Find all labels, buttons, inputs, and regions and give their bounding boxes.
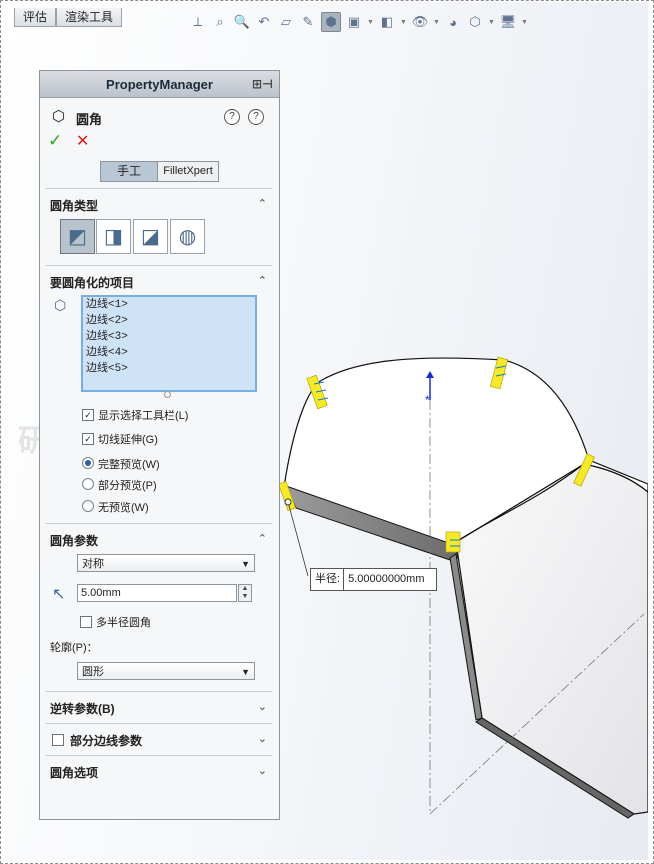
list-item[interactable]: 边线<2> bbox=[83, 313, 255, 329]
constant-radius-fillet-button[interactable]: ◩ bbox=[60, 219, 95, 254]
previous-view-icon[interactable]: ↶ bbox=[255, 13, 273, 31]
no-preview-radio[interactable] bbox=[82, 500, 94, 512]
variable-radius-fillet-button[interactable]: ◨ bbox=[96, 219, 131, 254]
items-heading[interactable]: 要圆角化的项目 bbox=[50, 274, 134, 291]
list-item[interactable]: 边线<1> bbox=[83, 297, 255, 313]
chevron-down-icon[interactable]: ⌄ bbox=[258, 764, 267, 777]
list-item[interactable]: 边线<5> bbox=[83, 361, 255, 377]
partial-edge-checkbox[interactable] bbox=[52, 734, 64, 746]
callout-leader bbox=[287, 501, 309, 577]
constant-radius-icon: ◩ bbox=[68, 226, 87, 248]
radius-input[interactable]: 5.00mm bbox=[77, 584, 237, 602]
zoom-to-area-icon[interactable]: 🔍 bbox=[233, 13, 251, 31]
pm-title: PropertyManager bbox=[106, 76, 213, 92]
radius-callout[interactable]: 半径: 5.00000000mm bbox=[310, 568, 438, 591]
divider bbox=[46, 265, 272, 266]
chevron-up-icon[interactable]: ⌃ bbox=[258, 274, 267, 287]
dropdown-arrow-icon[interactable]: ▼ bbox=[521, 13, 528, 31]
dropdown-arrow-icon[interactable]: ▼ bbox=[433, 13, 440, 31]
full-preview-radio[interactable] bbox=[82, 457, 94, 469]
callout-anchor bbox=[284, 498, 292, 506]
divider bbox=[46, 188, 272, 189]
apply-scene-icon[interactable]: ◕ bbox=[444, 13, 462, 31]
pin-icon[interactable]: ⊞⊣ bbox=[252, 77, 273, 91]
view-cube-icon[interactable]: ⬢ bbox=[321, 12, 341, 32]
edit-appearance-icon[interactable]: 👁 bbox=[411, 13, 429, 31]
tab-evaluate[interactable]: 评估 bbox=[14, 8, 57, 27]
divider bbox=[46, 523, 272, 524]
multi-radius-label: 多半径圆角 bbox=[96, 617, 151, 629]
heads-up-toolbar: ⟂ ⌕ 🔍 ↶ ▱ ✎ ⬢ ▣ ▼ ◧ ▼ 👁 ▼ ◕ ⬡ ▼ 🖥 ▼ bbox=[189, 10, 528, 34]
filletxpert-tab[interactable]: FilletXpert bbox=[157, 161, 219, 182]
no-preview-label: 无预览(W) bbox=[98, 502, 149, 514]
view-orientation-icon[interactable]: ⟂ bbox=[189, 13, 207, 31]
partial-preview-radio[interactable] bbox=[82, 478, 94, 490]
full-preview-label: 完整预览(W) bbox=[98, 459, 160, 471]
display-style-icon[interactable]: ▣ bbox=[345, 13, 363, 31]
monitor-icon[interactable]: 🖥 bbox=[499, 13, 517, 31]
partial-preview-label: 部分预览(P) bbox=[98, 480, 157, 492]
list-item[interactable]: 边线<4> bbox=[83, 345, 255, 361]
tangent-propagation-label: 切线延伸(G) bbox=[98, 434, 158, 446]
chevron-up-icon[interactable]: ⌃ bbox=[258, 532, 267, 545]
edge-highlight-5 bbox=[445, 531, 461, 553]
face-fillet-icon: ◪ bbox=[141, 226, 160, 248]
whats-wrong-icon[interactable]: ? bbox=[224, 109, 240, 125]
edge-selection-icon: ⬡ bbox=[54, 297, 67, 313]
show-toolbar-label: 显示选择工具栏(L) bbox=[98, 410, 189, 422]
params-heading[interactable]: 圆角参数 bbox=[50, 532, 98, 549]
profile-select[interactable]: 圆形 ▼ bbox=[77, 662, 255, 680]
full-round-fillet-button[interactable]: ◍ bbox=[170, 219, 205, 254]
profile-label: 轮廓(P)： bbox=[50, 642, 98, 654]
resize-handle[interactable] bbox=[164, 391, 171, 398]
divider bbox=[46, 691, 272, 692]
face-fillet-button[interactable]: ◪ bbox=[133, 219, 168, 254]
origin-marker-icon: * bbox=[425, 393, 430, 407]
divider bbox=[46, 723, 272, 724]
feature-title-row: ⬡ 圆角 ? ? bbox=[40, 107, 279, 127]
cancel-x-icon[interactable]: ✕ bbox=[76, 131, 89, 151]
feature-title: 圆角 bbox=[76, 112, 103, 127]
view-settings-icon[interactable]: ⬡ bbox=[466, 13, 484, 31]
chevron-down-icon: ▼ bbox=[241, 667, 250, 677]
dynamic-annotation-icon[interactable]: ✎ bbox=[299, 13, 317, 31]
manual-tab[interactable]: 手工 bbox=[100, 161, 158, 182]
divider bbox=[46, 755, 272, 756]
radius-spinner[interactable]: ▲ ▼ bbox=[238, 584, 252, 602]
radius-callout-label: 半径: bbox=[311, 569, 345, 590]
chevron-down-icon[interactable]: ⌄ bbox=[258, 732, 267, 745]
tab-render-tools[interactable]: 渲染工具 bbox=[56, 8, 123, 27]
radius-icon: ↖ bbox=[52, 586, 66, 603]
variable-radius-icon: ◨ bbox=[104, 226, 123, 248]
list-item[interactable]: 边线<3> bbox=[83, 329, 255, 345]
full-round-icon: ◍ bbox=[178, 226, 197, 248]
symmetry-value: 对称 bbox=[82, 558, 104, 570]
fillet-type-heading[interactable]: 圆角类型 bbox=[50, 197, 98, 214]
dropdown-arrow-icon[interactable]: ▼ bbox=[488, 13, 495, 31]
section-view-icon[interactable]: ▱ bbox=[277, 13, 295, 31]
setback-heading[interactable]: 逆转参数(B) bbox=[50, 700, 115, 717]
fillet-feature-icon: ⬡ bbox=[52, 108, 66, 125]
profile-value: 圆形 bbox=[82, 666, 104, 678]
dropdown-arrow-icon[interactable]: ▼ bbox=[367, 13, 374, 31]
command-tabs: 评估 渲染工具 bbox=[14, 8, 123, 28]
fillet-options-heading[interactable]: 圆角选项 bbox=[50, 764, 98, 781]
pm-header: PropertyManager ⊞⊣ bbox=[40, 71, 279, 98]
chevron-down-icon[interactable]: ⌄ bbox=[258, 700, 267, 713]
ok-check-icon[interactable]: ✓ bbox=[48, 131, 62, 151]
hide-show-icon[interactable]: ◧ bbox=[378, 13, 396, 31]
partial-edge-heading[interactable]: 部分边线参数 bbox=[70, 732, 142, 749]
dropdown-arrow-icon[interactable]: ▼ bbox=[400, 13, 407, 31]
zoom-to-fit-icon[interactable]: ⌕ bbox=[211, 13, 229, 31]
chevron-down-icon: ▼ bbox=[241, 559, 250, 569]
tangent-propagation-checkbox[interactable]: ✓ bbox=[82, 433, 94, 445]
symmetry-select[interactable]: 对称 ▼ bbox=[77, 554, 255, 572]
multi-radius-checkbox[interactable] bbox=[80, 616, 92, 628]
chevron-up-icon[interactable]: ⌃ bbox=[258, 197, 267, 210]
property-manager: PropertyManager ⊞⊣ ⬡ 圆角 ? ? ✓ ✕ 手工 Fille… bbox=[39, 70, 280, 820]
help-icon[interactable]: ? bbox=[248, 109, 264, 125]
edges-listbox[interactable]: 边线<1> 边线<2> 边线<3> 边线<4> 边线<5> bbox=[81, 295, 257, 392]
show-toolbar-checkbox[interactable]: ✓ bbox=[82, 409, 94, 421]
radius-callout-value[interactable]: 5.00000000mm bbox=[344, 569, 436, 590]
